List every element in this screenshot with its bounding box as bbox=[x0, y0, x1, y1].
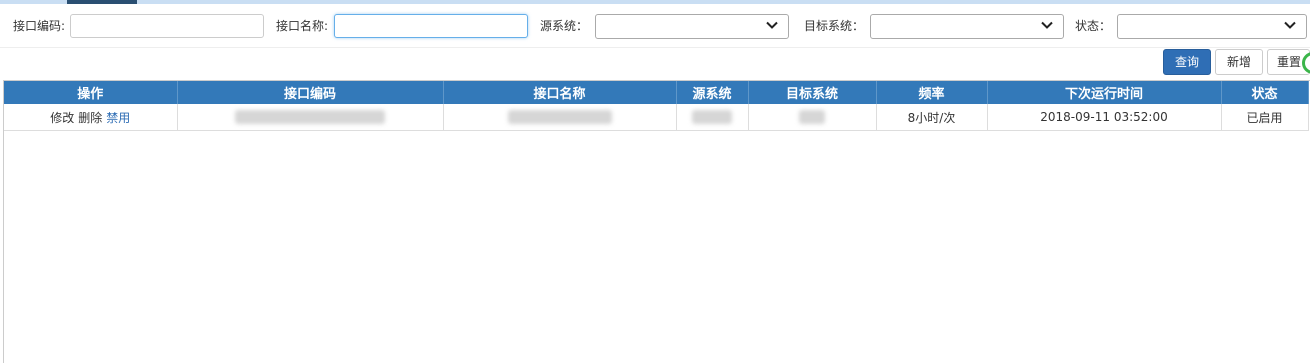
code-label: 接口编码: bbox=[13, 19, 66, 33]
edit-link[interactable]: 修改 bbox=[50, 111, 74, 125]
col-header-actions[interactable]: 操作 bbox=[4, 81, 178, 104]
status-select[interactable] bbox=[1117, 14, 1307, 39]
add-button[interactable]: 新增 bbox=[1215, 49, 1263, 75]
col-header-status[interactable]: 状态 bbox=[1221, 81, 1309, 104]
code-cell bbox=[177, 104, 444, 131]
chevron-down-icon bbox=[1284, 21, 1296, 29]
disable-link[interactable]: 禁用 bbox=[106, 111, 130, 125]
frequency-cell: 8小时/次 bbox=[876, 104, 988, 131]
data-grid: 操作 接口编码 接口名称 源系统 目标系统 频率 下次运行时间 状态 修改 删除禁… bbox=[3, 80, 1310, 363]
redacted-target bbox=[799, 110, 825, 125]
col-header-target[interactable]: 目标系统 bbox=[748, 81, 877, 104]
status-cell: 已启用 bbox=[1221, 104, 1309, 131]
target-cell bbox=[748, 104, 877, 131]
top-tab-strip bbox=[0, 0, 1310, 4]
status-label: 状态： bbox=[1075, 19, 1112, 33]
actions-cell: 修改 删除 禁用 bbox=[4, 104, 178, 131]
col-header-frequency[interactable]: 频率 bbox=[876, 81, 988, 104]
query-button[interactable]: 查询 bbox=[1163, 49, 1211, 75]
delete-link[interactable]: 删除 bbox=[78, 111, 102, 125]
redacted-code bbox=[235, 110, 385, 125]
col-header-source[interactable]: 源系统 bbox=[676, 81, 749, 104]
name-label: 接口名称: bbox=[276, 19, 329, 33]
target-select[interactable] bbox=[870, 14, 1064, 39]
code-input[interactable] bbox=[70, 14, 264, 38]
source-select[interactable] bbox=[595, 14, 789, 39]
col-header-name[interactable]: 接口名称 bbox=[443, 81, 677, 104]
chevron-down-icon bbox=[766, 21, 778, 29]
target-label: 目标系统： bbox=[804, 19, 865, 33]
source-label: 源系统： bbox=[540, 19, 589, 33]
next-run-cell: 2018-09-11 03:52:00 bbox=[987, 104, 1222, 131]
filter-bar: 接口编码: 接口名称: 源系统： 目标系统： 状态： bbox=[0, 12, 1310, 42]
table-header-row: 操作 接口编码 接口名称 源系统 目标系统 频率 下次运行时间 状态 bbox=[4, 81, 1309, 104]
divider bbox=[0, 47, 1310, 48]
table-row[interactable]: 修改 删除 禁用 8小时/次 2018-09-11 03:52:00 已启用 bbox=[4, 104, 1309, 131]
col-header-next-run[interactable]: 下次运行时间 bbox=[987, 81, 1222, 104]
redacted-source bbox=[692, 110, 732, 125]
source-cell bbox=[676, 104, 749, 131]
chevron-down-icon bbox=[1041, 21, 1053, 29]
active-tab-indicator[interactable] bbox=[67, 0, 137, 4]
redacted-name bbox=[507, 110, 612, 125]
name-cell bbox=[443, 104, 677, 131]
interface-table: 操作 接口编码 接口名称 源系统 目标系统 频率 下次运行时间 状态 修改 删除禁… bbox=[4, 81, 1309, 131]
col-header-code[interactable]: 接口编码 bbox=[177, 81, 444, 104]
name-input[interactable] bbox=[334, 14, 528, 38]
